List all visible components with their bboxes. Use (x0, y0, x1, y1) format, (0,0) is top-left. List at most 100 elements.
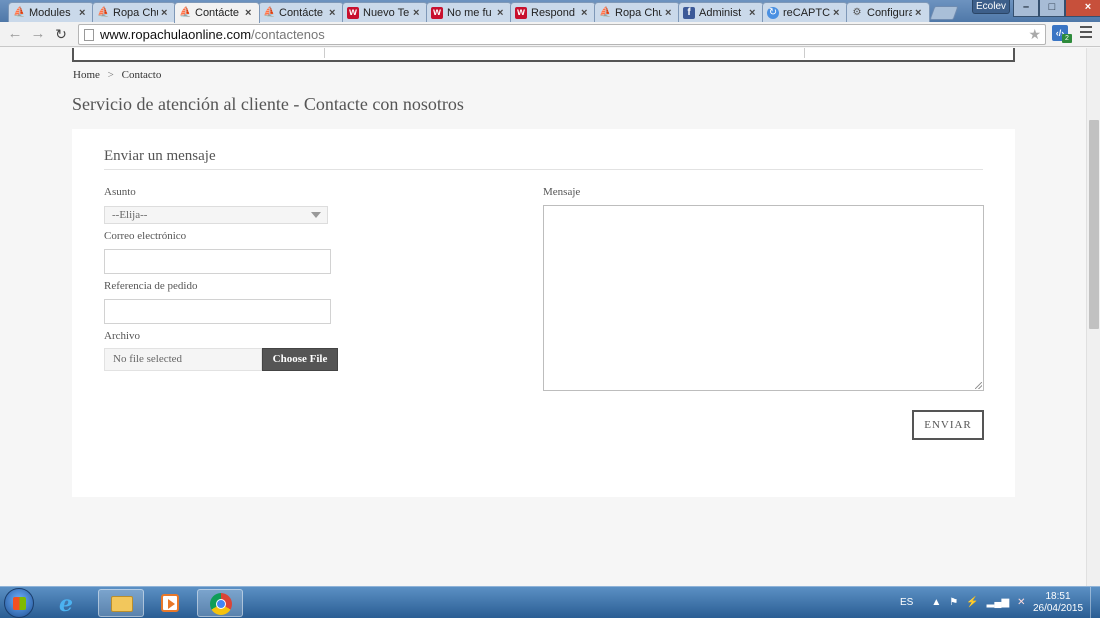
close-icon[interactable]: × (581, 7, 591, 19)
url-path: /contactenos (251, 27, 325, 42)
form-heading: Enviar un mensaje (104, 148, 216, 164)
system-clock[interactable]: 18:51 26/04/2015 (1030, 591, 1086, 615)
folder-icon (111, 596, 133, 612)
volume-muted-icon[interactable]: ✕ (1017, 597, 1025, 608)
menu-separator (804, 48, 805, 58)
tab-label: Nuevo Te (363, 6, 410, 19)
breadcrumb-home-link[interactable]: Home (73, 69, 100, 81)
tab-label: Modules (29, 6, 71, 19)
close-icon[interactable]: × (915, 7, 925, 19)
close-window-button[interactable]: × (1065, 0, 1100, 17)
tab-label: Administ (699, 6, 742, 19)
show-desktop-button[interactable] (1090, 587, 1100, 618)
header-menu-bottom (72, 48, 1015, 62)
reload-icon[interactable]: ↻ (52, 25, 70, 43)
chevron-down-icon (311, 212, 321, 218)
close-icon[interactable]: × (413, 7, 423, 19)
tab-ropa-chula[interactable]: ⛵ Ropa Chu × (92, 2, 176, 22)
close-icon[interactable]: × (161, 7, 171, 19)
file-label: Archivo (104, 330, 141, 342)
forward-arrow-icon[interactable]: → (29, 25, 47, 43)
subject-label: Asunto (104, 186, 136, 198)
tab-modules[interactable]: ⛵ Modules × (8, 2, 94, 22)
page-viewport: Home > Contacto Servicio de atención al … (0, 48, 1086, 586)
tab-label: Ropa Chu (113, 6, 158, 19)
email-field[interactable] (104, 249, 331, 274)
tab-label: reCAPTCH (783, 6, 830, 19)
tab-administrar[interactable]: f Administ × (678, 2, 764, 22)
submit-button[interactable]: ENVIAR (912, 410, 984, 440)
vertical-scrollbar[interactable] (1086, 48, 1100, 586)
tray-expand-icon[interactable]: ▲ (931, 597, 941, 608)
bookmark-star-icon[interactable]: ★ (1028, 26, 1041, 43)
profile-button[interactable]: Ecolev (972, 0, 1010, 14)
windows-logo-icon (13, 597, 26, 610)
hamburger-menu-icon[interactable] (1080, 26, 1092, 38)
prestashop-icon: ⛵ (599, 6, 612, 18)
language-indicator[interactable]: ES (900, 597, 913, 608)
tab-label: Configura (867, 6, 912, 19)
gear-icon: ⚙ (852, 6, 862, 18)
breadcrumb-current: Contacto (121, 69, 162, 81)
tab-label: No me fu (447, 6, 492, 19)
close-icon[interactable]: × (79, 7, 89, 19)
divider (104, 169, 983, 170)
resize-grip-icon[interactable] (975, 382, 982, 389)
tab-contacte-active[interactable]: ⛵ Contácte × (174, 2, 260, 23)
close-icon[interactable]: × (329, 7, 339, 19)
tab-responder[interactable]: w Respond × (510, 2, 596, 22)
clock-date: 26/04/2015 (1032, 603, 1084, 614)
minimize-button[interactable]: – (1013, 0, 1039, 17)
address-bar[interactable]: www.ropachulaonline.com /contactenos ★ (78, 24, 1046, 45)
power-icon[interactable]: ⚡ (966, 597, 978, 608)
tab-recaptcha[interactable]: ↻ reCAPTCH × (762, 2, 848, 22)
tab-configuracion[interactable]: ⚙ Configura × (846, 2, 930, 22)
clock-time: 18:51 (1045, 591, 1071, 602)
window-controls: – □ × (1013, 0, 1100, 17)
tab-ropa-chula-2[interactable]: ⛵ Ropa Chu × (594, 2, 680, 22)
order-reference-field[interactable] (104, 299, 331, 324)
close-icon[interactable]: × (245, 7, 255, 19)
choose-file-button[interactable]: Choose File (262, 348, 338, 371)
chrome-taskbar-button[interactable] (197, 589, 243, 617)
subject-select[interactable]: --Elija-- (104, 206, 328, 224)
internet-explorer-button[interactable]: e (48, 589, 94, 617)
action-center-flag-icon[interactable]: ⚑ (949, 597, 958, 608)
recaptcha-icon: ↻ (767, 6, 779, 19)
tab-strip: ⛵ Modules × ⛵ Ropa Chu × ⛵ Contácte × ⛵ … (0, 0, 1100, 23)
network-signal-icon[interactable]: ▂▄▆ (987, 597, 1009, 608)
facebook-icon: f (683, 6, 695, 19)
scrollbar-thumb[interactable] (1089, 120, 1099, 329)
tab-nuevo-tema[interactable]: w Nuevo Te × (342, 2, 428, 22)
tab-no-me-funciona[interactable]: w No me fu × (426, 2, 512, 22)
page-title: Servicio de atención al cliente - Contac… (72, 94, 464, 114)
menu-separator (324, 48, 325, 58)
wallapop-icon: w (515, 6, 527, 19)
message-textarea[interactable] (543, 205, 984, 391)
media-player-icon (161, 594, 179, 612)
windows-taskbar: e ES ▲ ⚑ ⚡ ▂▄▆ ✕ 18:51 26/04/2015 (0, 586, 1100, 618)
tab-label: Contácte (279, 6, 324, 19)
tab-label: Contácte (195, 7, 240, 19)
breadcrumb-separator: > (107, 69, 114, 81)
tab-label: Respond (531, 6, 576, 19)
file-name-display: No file selected (104, 348, 262, 371)
close-icon[interactable]: × (665, 7, 675, 19)
breadcrumb: Home > Contacto (73, 69, 161, 81)
maximize-button[interactable]: □ (1039, 0, 1065, 17)
close-icon[interactable]: × (833, 7, 843, 19)
prestashop-icon: ⛵ (97, 6, 110, 18)
back-arrow-icon[interactable]: ← (6, 25, 24, 43)
file-explorer-button[interactable] (98, 589, 144, 617)
new-tab-button[interactable] (929, 6, 959, 20)
close-icon[interactable]: × (497, 7, 507, 19)
prestashop-icon: ⛵ (263, 6, 276, 18)
message-label: Mensaje (543, 186, 581, 198)
start-button[interactable] (4, 588, 34, 618)
prestashop-icon: ⛵ (179, 7, 192, 18)
tab-label: Ropa Chu (615, 6, 662, 19)
tab-contacte[interactable]: ⛵ Contácte × (258, 2, 344, 22)
contact-form-card: Enviar un mensaje Asunto --Elija-- Corre… (72, 129, 1015, 497)
close-icon[interactable]: × (749, 7, 759, 19)
media-player-button[interactable] (147, 589, 193, 617)
